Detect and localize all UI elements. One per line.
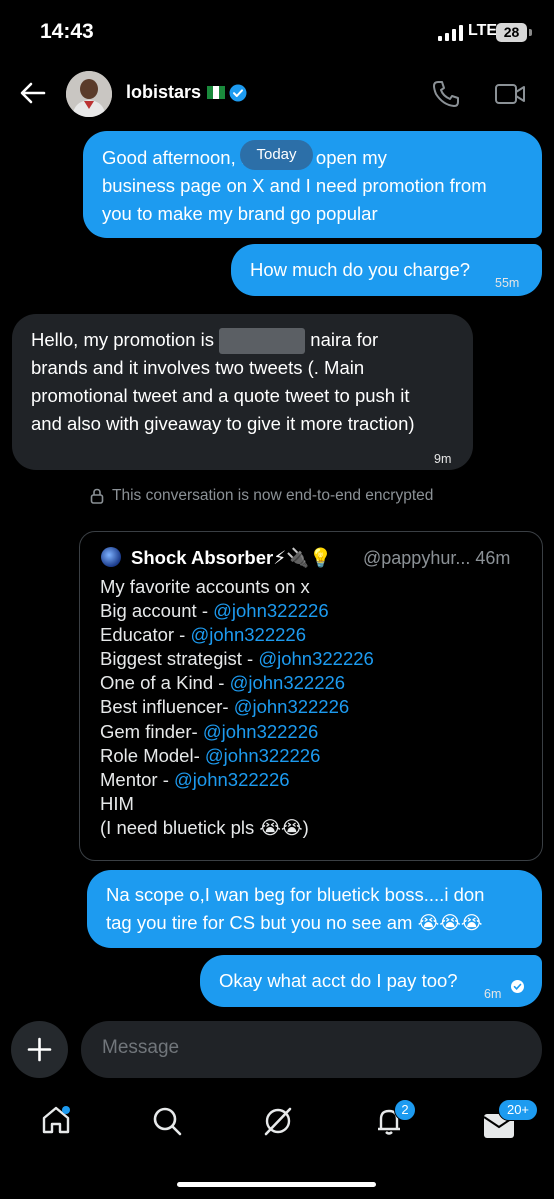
mention-link[interactable]: @john322226 (230, 672, 346, 693)
network-label: LTE (468, 22, 498, 39)
grok-icon[interactable] (262, 1105, 294, 1137)
status-time: 14:43 (40, 20, 94, 43)
message-line: tag you tire for CS but you no see am 😭😭… (106, 912, 483, 933)
mention-link[interactable]: @john322226 (258, 648, 374, 669)
search-icon[interactable] (151, 1105, 183, 1137)
message-line: and also with giveaway to give it more t… (31, 413, 415, 435)
quoted-line: One of a Kind - @john322226 (100, 672, 346, 694)
quoted-line: Educator - @john322226 (100, 624, 307, 646)
quoted-line: Role Model- @john322226 (100, 744, 321, 766)
nigeria-flag-icon (207, 86, 225, 99)
signal-icon (438, 25, 463, 41)
lock-icon (90, 488, 104, 504)
add-attachment-button[interactable] (11, 1021, 68, 1078)
phone-call-icon[interactable] (431, 79, 461, 109)
back-arrow-icon[interactable] (18, 78, 48, 108)
contact-name[interactable]: lobistars (126, 82, 201, 103)
quoted-post-body: My favorite accounts on x Big account - … (100, 575, 374, 840)
mention-link[interactable]: @john322226 (191, 624, 307, 645)
mention-link[interactable]: @john322226 (205, 745, 321, 766)
quoted-line: Best influencer- @john322226 (100, 696, 350, 718)
message-line: Hello, my promotion is (31, 329, 215, 350)
message-placeholder: Message (102, 1037, 180, 1058)
plus-icon (27, 1037, 52, 1062)
message-text: Okay what acct do I pay too? (219, 970, 458, 991)
mention-link[interactable]: @john322226 (213, 600, 329, 621)
message-line: Na scope o,I wan beg for bluetick boss..… (106, 884, 485, 905)
quoted-line: Gem finder- @john322226 (100, 720, 319, 742)
message-timestamp: 55m (495, 276, 520, 290)
notifications-badge: 2 (394, 1099, 416, 1121)
message-line: you to make my brand go popular (102, 203, 378, 224)
message-line: naira for (310, 329, 379, 350)
incoming-message[interactable]: Hello, my promotion is naira for brands … (12, 314, 473, 470)
battery-tip (529, 29, 532, 36)
encryption-notice: This conversation is now end-to-end encr… (90, 487, 433, 505)
quoted-line: Mentor - @john322226 (100, 768, 290, 790)
home-indicator (177, 1182, 376, 1187)
message-timestamp: 6m (484, 987, 502, 1001)
quoted-line: (I need bluetick pls 😭😭) (100, 816, 309, 838)
quoted-author-handle: @pappyhur... 46m (363, 548, 511, 568)
encryption-text: This conversation is now end-to-end encr… (112, 487, 434, 504)
battery-icon: 28 (496, 23, 527, 42)
quoted-author-name: Shock Absorber⚡🔌💡 (131, 547, 333, 568)
verified-badge-icon (229, 84, 247, 102)
outgoing-message[interactable]: Na scope o,I wan beg for bluetick boss..… (87, 870, 542, 948)
redacted-amount (219, 328, 306, 355)
avatar[interactable] (66, 71, 112, 117)
quoted-line: My favorite accounts on x (100, 576, 310, 597)
outgoing-message[interactable]: Good afternoon, I want to open my busine… (83, 131, 542, 238)
quoted-line: Biggest strategist - @john322226 (100, 648, 374, 670)
quoted-line: Big account - @john322226 (100, 600, 329, 622)
read-check-icon (511, 980, 524, 993)
video-call-icon[interactable] (494, 81, 526, 107)
message-timestamp: 9m (434, 452, 452, 466)
home-icon[interactable] (40, 1104, 72, 1136)
message-text: How much do you charge? (250, 259, 471, 280)
outgoing-message[interactable]: How much do you charge? 55m (231, 244, 542, 296)
message-line: promotional tweet and a quote tweet to p… (31, 385, 410, 407)
quoted-line: HIM (100, 792, 134, 814)
message-line: business page on X and I need promotion … (102, 175, 487, 196)
quoted-author-avatar (101, 547, 121, 567)
message-line: brands and it involves two tweets (. Mai… (31, 357, 365, 379)
date-divider: Today (240, 140, 313, 170)
mention-link[interactable]: @john322226 (174, 769, 290, 790)
mention-link[interactable]: @john322226 (234, 696, 350, 717)
mention-link[interactable]: @john322226 (203, 721, 319, 742)
outgoing-message[interactable]: Okay what acct do I pay too? 6m (200, 955, 542, 1007)
messages-badge: 20+ (498, 1099, 538, 1121)
